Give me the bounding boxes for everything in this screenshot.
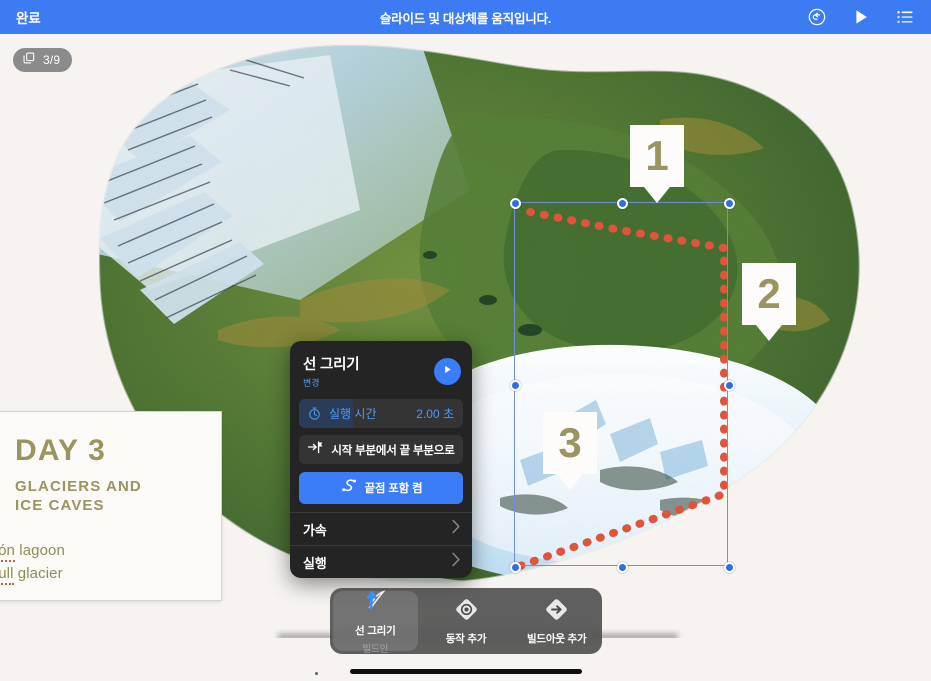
toolbar-actions: [807, 7, 915, 27]
card-titles: DAY 3 GLACIERS AND ICE CAVES: [15, 434, 142, 520]
nav-row-acceleration-label: 가속: [303, 522, 327, 538]
popover-body: 실행 시간 2.00 초 시작 부분에서 끝 부분으로 끝점 포함 켬: [290, 399, 472, 512]
duration-label: 실행 시간: [329, 407, 377, 421]
slides-stack-icon: [22, 51, 36, 70]
stopwatch-icon: [307, 406, 322, 421]
card-body-line2: n Eyjafjallajökull glacier: [0, 563, 201, 586]
draw-line-icon: [361, 588, 389, 619]
popover-preview-play-button[interactable]: [434, 357, 461, 385]
card-subtitle: GLACIERS AND ICE CAVES: [15, 477, 142, 515]
card-subtitle-line2: ICE CAVES: [15, 497, 105, 515]
slide-counter-badge[interactable]: 3/9: [13, 48, 73, 72]
tab-draw-line-build-in[interactable]: 선 그리기 빌드인: [333, 588, 418, 655]
toolbar-title: 슬라이드 및 대상체를 움직입니다.: [379, 11, 552, 26]
action-diamond-icon: [454, 597, 479, 627]
map-pin-2-tail: [756, 325, 782, 341]
animation-options-popover[interactable]: 선 그리기 변경 실행 시간 2.00 초 시작 부분에서 끝 부분으로 끝점 …: [290, 341, 472, 578]
map-pin-3-tail: [557, 474, 583, 490]
build-toolbar: 선 그리기 빌드인 동작 추가 빌드아웃 추가: [330, 588, 602, 655]
status-dot: [315, 672, 318, 675]
popover-change-link[interactable]: 변경: [303, 376, 434, 389]
map-pin-1[interactable]: 1: [630, 125, 684, 203]
popover-header: 선 그리기 변경: [290, 341, 472, 399]
body-line2-post: glacier: [13, 564, 63, 582]
body-line1-post: lagoon: [15, 542, 65, 559]
map-pin-2-number: 2: [742, 263, 796, 325]
option-endpoint-on[interactable]: 끝점 포함 켬: [299, 472, 463, 504]
popover-title: 선 그리기: [303, 357, 360, 373]
card-day-title: DAY 3: [15, 434, 107, 467]
play-icon[interactable]: [851, 7, 871, 27]
chevron-right-icon: [451, 519, 461, 539]
top-toolbar: 완료 슬라이드 및 대상체를 움직입니다.: [0, 0, 931, 34]
tab-add-build-out-label: 빌드아웃 추가: [526, 632, 587, 645]
option-start-to-end-label: 시작 부분에서 끝 부분으로: [331, 444, 455, 457]
tab-add-action-label: 동작 추가: [445, 632, 487, 645]
map-pin-1-tail: [644, 187, 670, 203]
popover-header-text: 선 그리기 변경: [303, 353, 434, 389]
day-info-card[interactable]: DAY 3 GLACIERS AND ICE CAVES ross Jökuls…: [0, 411, 222, 601]
body-line1-mark: Jökulsárlón: [0, 542, 15, 562]
undo-circular-arrow-icon[interactable]: [807, 7, 827, 27]
nav-row-acceleration[interactable]: 가속: [290, 512, 472, 545]
card-subtitle-line1: GLACIERS AND: [15, 478, 142, 495]
start-to-end-flag-icon: [307, 440, 324, 459]
duration-slider-row[interactable]: 실행 시간 2.00 초: [299, 399, 463, 428]
tab-draw-line-label: 선 그리기: [355, 624, 396, 637]
option-endpoint-on-label: 끝점 포함 켬: [364, 483, 423, 495]
home-indicator[interactable]: [349, 669, 582, 674]
map-pin-1-number: 1: [630, 125, 684, 187]
map-pin-3[interactable]: 3: [543, 412, 597, 490]
chevron-right-icon: [451, 552, 461, 572]
card-body-text: ross Jökulsárlón lagoon n Eyjafjallajöku…: [0, 540, 201, 585]
card-top-row: DAY 3 GLACIERS AND ICE CAVES: [0, 434, 201, 520]
tab-add-action[interactable]: 동작 추가: [424, 591, 509, 651]
option-start-to-end[interactable]: 시작 부분에서 끝 부분으로: [299, 435, 463, 464]
done-button[interactable]: 완료: [16, 7, 41, 27]
card-body-line1: ross Jökulsárlón lagoon: [0, 540, 201, 563]
map-pin-3-number: 3: [543, 412, 597, 474]
home-indicator-area: [0, 664, 931, 681]
map-pin-2[interactable]: 2: [742, 263, 796, 341]
slide-counter-text: 3/9: [43, 53, 61, 67]
body-line2-mark: Eyjafjallajökull: [0, 564, 14, 585]
nav-row-delivery-label: 실행: [303, 555, 327, 571]
tab-add-build-out[interactable]: 빌드아웃 추가: [514, 591, 599, 651]
duration-value: 2.00 초: [416, 407, 454, 421]
tab-draw-line-sublabel: 빌드인: [362, 643, 389, 655]
build-out-arrow-icon: [544, 597, 569, 627]
list-bullets-icon[interactable]: [895, 7, 915, 27]
play-icon: [442, 362, 453, 380]
nav-row-delivery[interactable]: 실행: [290, 545, 472, 578]
endpoint-curve-icon: [340, 478, 358, 498]
